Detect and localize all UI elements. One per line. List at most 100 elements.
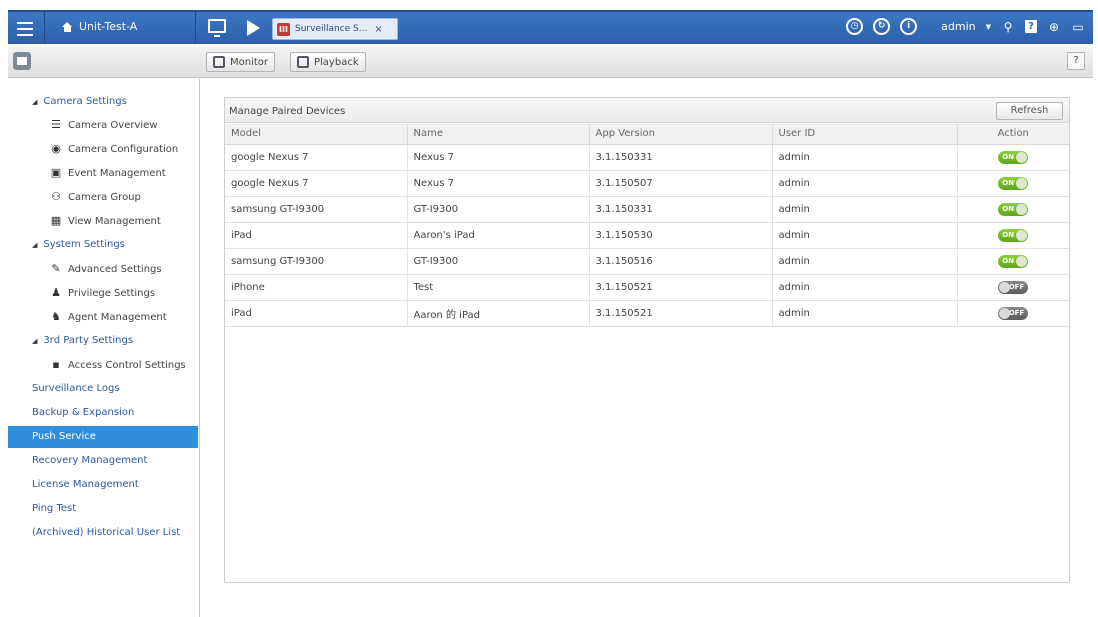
home-icon [62, 21, 73, 32]
column-header-model[interactable]: Model [225, 124, 408, 145]
sidebar-item-historical-user-list[interactable]: (Archived) Historical User List [32, 527, 180, 538]
cell-user: admin [772, 144, 958, 171]
refresh-icon[interactable]: ↻ [873, 18, 891, 35]
table-row[interactable]: samsung GT-I9300 GT-I9300 3.1.150331 adm… [225, 196, 1069, 223]
sidebar-item-surveillance-logs[interactable]: Surveillance Logs [32, 383, 120, 394]
cell-name: GT-I9300 [407, 248, 590, 275]
cell-user: admin [772, 222, 958, 249]
table-row[interactable]: iPhone Test 3.1.150521 admin OFF [225, 274, 1069, 301]
cell-model: samsung GT-I9300 [225, 248, 408, 275]
nas-home-link[interactable]: Unit-Test-A [62, 20, 137, 33]
cell-user: admin [772, 248, 958, 275]
sidebar-item-ping-test[interactable]: Ping Test [32, 503, 76, 514]
cell-user: admin [772, 196, 958, 223]
tab-surveillance-station[interactable]: III Surveillance S... × [272, 18, 398, 40]
cell-action: ON [957, 196, 1069, 223]
menu-icon[interactable] [14, 18, 36, 38]
refresh-button[interactable]: Refresh [996, 102, 1063, 120]
paired-devices-panel: Manage Paired Devices Refresh Model Name… [224, 97, 1070, 583]
sidebar-item-label: Camera Overview [68, 119, 158, 131]
cell-model: samsung GT-I9300 [225, 196, 408, 223]
top-bar: Unit-Test-A III Surveillance S... × ◷ ↻ … [8, 10, 1093, 44]
sidebar-group-3rd-party-settings[interactable]: ◢ 3rd Party Settings [32, 335, 133, 346]
sidebar-item-camera-overview[interactable]: ☰ Camera Overview [50, 119, 158, 131]
search-icon[interactable]: ⚲ [1001, 20, 1015, 34]
cell-name: Nexus 7 [407, 170, 590, 197]
push-toggle[interactable]: ON [998, 228, 1029, 242]
table-row[interactable]: iPad Aaron 的 iPad 3.1.150521 admin OFF [225, 300, 1069, 327]
column-header-user-id[interactable]: User ID [772, 124, 958, 145]
wrench-icon: ✎ [51, 262, 61, 275]
table-row[interactable]: iPad Aaron's iPad 3.1.150530 admin ON [225, 222, 1069, 249]
column-header-name[interactable]: Name [407, 124, 590, 145]
surveillance-app-icon: III [277, 22, 290, 36]
playback-label: Playback [314, 56, 359, 68]
play-icon[interactable] [247, 20, 260, 36]
sidebar-item-agent-management[interactable]: ♞ Agent Management [50, 311, 167, 323]
sidebar-item-license-management[interactable]: License Management [32, 479, 139, 490]
sidebar-item-event-management[interactable]: ▣ Event Management [50, 167, 166, 179]
sidebar-item-push-service[interactable]: Push Service [8, 426, 198, 448]
help-icon[interactable]: ? [1025, 20, 1037, 33]
paired-devices-table: Model Name App Version User ID Action go… [225, 124, 1069, 327]
push-toggle[interactable]: OFF [998, 306, 1029, 320]
sidebar-item-recovery-management[interactable]: Recovery Management [32, 455, 147, 466]
sidebar-item-label: Camera Group [68, 191, 141, 203]
sidebar-item-label: Advanced Settings [68, 263, 162, 275]
push-toggle[interactable]: ON [998, 202, 1029, 216]
cell-action: ON [957, 144, 1069, 171]
sidebar-group-system-settings[interactable]: ◢ System Settings [32, 239, 125, 250]
sidebar-item-backup-expansion[interactable]: Backup & Expansion [32, 407, 134, 418]
user-menu[interactable]: admin [941, 20, 975, 33]
close-icon[interactable]: × [374, 24, 382, 35]
desktop-icon[interactable] [208, 19, 226, 37]
sidebar-group-camera-settings[interactable]: ◢ Camera Settings [32, 96, 127, 107]
camera-icon: ◉ [51, 142, 61, 155]
push-toggle[interactable]: ON [998, 254, 1029, 268]
info-icon[interactable]: i [900, 18, 918, 35]
column-header-app-version[interactable]: App Version [589, 124, 773, 145]
app-toolbar: Monitor Playback ? [8, 46, 1093, 78]
network-icon[interactable]: ⊕ [1047, 20, 1061, 34]
cell-action: OFF [957, 300, 1069, 327]
cell-model: iPad [225, 300, 408, 327]
group-icon: ⚇ [51, 190, 61, 203]
sidebar-item-view-management[interactable]: ▦ View Management [50, 215, 161, 227]
sidebar-item-camera-configuration[interactable]: ◉ Camera Configuration [50, 143, 178, 155]
sidebar-group-label: Camera Settings [43, 96, 127, 107]
push-toggle[interactable]: ON [998, 176, 1029, 190]
push-toggle[interactable]: OFF [998, 280, 1029, 294]
collapse-icon: ◢ [32, 240, 38, 249]
monitor-button[interactable]: Monitor [206, 52, 276, 72]
cell-user: admin [772, 274, 958, 301]
top-bar-actions: ◷ ↻ i admin ▼ ⚲ ? ⊕ ▭ [846, 18, 1085, 35]
sidebar-item-access-control-settings[interactable]: ▪ Access Control Settings [50, 359, 186, 371]
user-icon: ♟ [51, 286, 61, 299]
divider [44, 12, 45, 44]
screen-icon[interactable]: ▭ [1071, 20, 1085, 34]
sidebar-item-camera-group[interactable]: ⚇ Camera Group [50, 191, 141, 203]
cell-name: Aaron 的 iPad [407, 300, 590, 327]
cell-user: admin [772, 170, 958, 197]
playback-button[interactable]: Playback [290, 52, 366, 72]
cell-model: google Nexus 7 [225, 144, 408, 171]
cell-version: 3.1.150521 [589, 274, 773, 301]
table-row[interactable]: samsung GT-I9300 GT-I9300 3.1.150516 adm… [225, 248, 1069, 275]
sidebar-item-label: Agent Management [68, 311, 167, 323]
sidebar-item-label: Camera Configuration [68, 143, 179, 155]
chevron-down-icon[interactable]: ▼ [986, 23, 991, 31]
cell-version: 3.1.150521 [589, 300, 773, 327]
table-row[interactable]: google Nexus 7 Nexus 7 3.1.150507 admin … [225, 170, 1069, 197]
sidebar-item-label: Event Management [68, 167, 166, 179]
sidebar-item-advanced-settings[interactable]: ✎ Advanced Settings [50, 262, 162, 275]
push-toggle[interactable]: ON [998, 150, 1029, 164]
app-menu-icon[interactable] [13, 52, 31, 70]
help-button[interactable]: ? [1067, 52, 1085, 70]
clock-icon[interactable]: ◷ [846, 18, 864, 35]
table-row[interactable]: google Nexus 7 Nexus 7 3.1.150331 admin … [225, 144, 1069, 171]
cell-action: ON [957, 222, 1069, 249]
sidebar-item-privilege-settings[interactable]: ♟ Privilege Settings [50, 287, 155, 299]
sidebar-group-label: 3rd Party Settings [43, 335, 134, 346]
cell-action: OFF [957, 274, 1069, 301]
playback-icon [297, 56, 309, 68]
